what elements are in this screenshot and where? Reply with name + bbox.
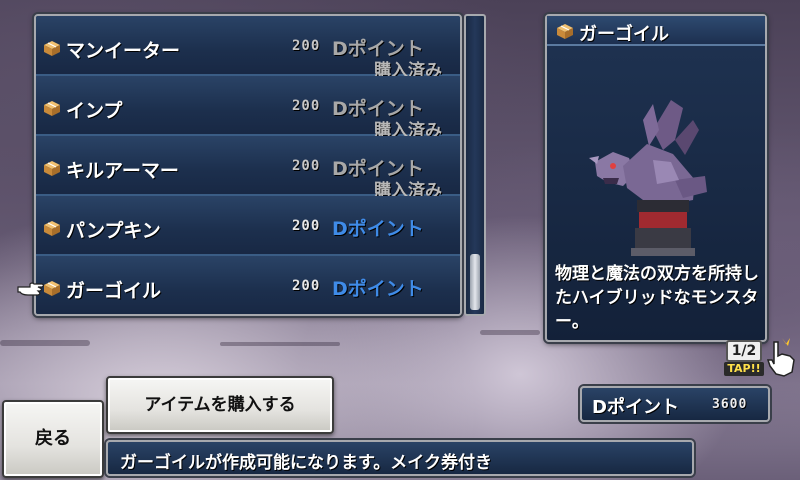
item-row[interactable]: キルアーマー 200 Dポイント 購入済み xyxy=(36,136,460,201)
item-price: 200 xyxy=(292,218,321,234)
detail-title: ガーゴイル xyxy=(579,24,669,45)
back-button[interactable]: 戻る xyxy=(2,400,104,478)
pointing-hand-icon xyxy=(17,282,45,296)
buy-item-button[interactable]: アイテムを購入する xyxy=(106,376,334,434)
dpoint-value: 3600 xyxy=(712,397,748,412)
item-price: 200 xyxy=(292,38,321,54)
background-texture xyxy=(0,340,90,346)
item-name: インプ xyxy=(66,100,123,122)
detail-description: 物理と魔法の双方を所持したハイブリッドなモンスター。 xyxy=(555,264,759,332)
dpoint-balance: Dポイント 3600 xyxy=(580,386,770,422)
gargoyle-sprite xyxy=(589,100,707,256)
item-currency: Dポイント xyxy=(332,218,424,240)
background-texture xyxy=(480,330,540,335)
background-texture xyxy=(220,342,340,346)
item-row[interactable]: パンプキン 200 Dポイント xyxy=(36,196,460,256)
message-text: ガーゴイルが作成可能になります。メイク券付き xyxy=(120,453,492,473)
box-icon xyxy=(557,24,573,39)
scrollbar[interactable] xyxy=(464,14,486,316)
item-row[interactable]: マンイーター 200 Dポイント 購入済み xyxy=(36,16,460,81)
detail-panel: ガーゴイル 物理と魔法の双方を所持したハイブリッドなモンスター。 xyxy=(545,14,767,342)
item-name: ガーゴイル xyxy=(66,280,162,302)
item-name: パンプキン xyxy=(66,220,161,242)
dpoint-label: Dポイント xyxy=(592,397,679,418)
item-price: 200 xyxy=(292,278,321,294)
tap-label: TAP!! xyxy=(724,362,764,376)
detail-header: ガーゴイル xyxy=(547,16,765,46)
box-icon xyxy=(44,41,60,56)
item-row-selected[interactable]: ガーゴイル 200 Dポイント xyxy=(36,256,460,314)
item-price: 200 xyxy=(292,98,321,114)
item-name: マンイーター xyxy=(66,40,181,62)
page-switch-badge[interactable]: 1/2 TAP!! xyxy=(722,336,798,380)
item-list: マンイーター 200 Dポイント 購入済み インプ 200 Dポイント 購入済み… xyxy=(34,14,462,316)
box-icon xyxy=(44,221,60,236)
box-icon xyxy=(44,161,60,176)
item-name: キルアーマー xyxy=(66,160,179,182)
box-icon xyxy=(44,101,60,116)
item-price: 200 xyxy=(292,158,321,174)
item-row[interactable]: インプ 200 Dポイント 購入済み xyxy=(36,76,460,141)
page-indicator: 1/2 xyxy=(726,340,762,362)
scrollbar-thumb[interactable] xyxy=(470,254,480,310)
item-currency: Dポイント xyxy=(332,278,424,300)
tap-hand-icon xyxy=(766,338,795,377)
message-bar: ガーゴイルが作成可能になります。メイク券付き xyxy=(106,440,694,476)
